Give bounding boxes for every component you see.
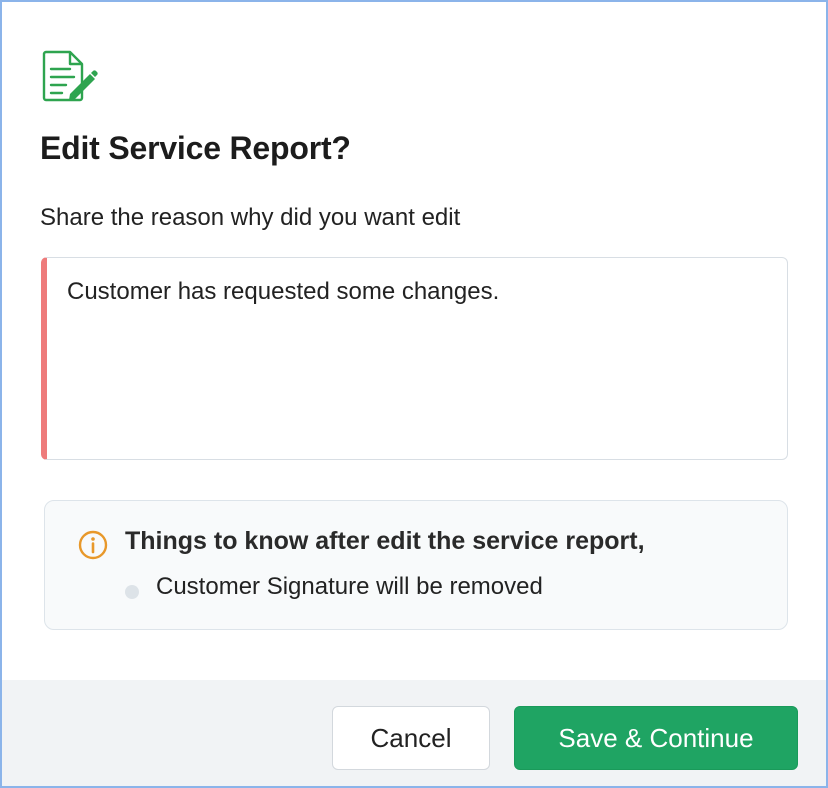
reason-textarea[interactable]: Customer has requested some changes. bbox=[41, 257, 788, 460]
dialog-title: Edit Service Report? bbox=[40, 130, 351, 166]
notice-heading: Things to know after edit the service re… bbox=[125, 527, 645, 555]
notice-item: Customer Signature will be removed bbox=[156, 573, 543, 600]
dialog-footer: Cancel Save & Continue bbox=[2, 680, 826, 786]
bullet-dot-icon bbox=[125, 585, 139, 599]
save-continue-button[interactable]: Save & Continue bbox=[514, 706, 798, 770]
edit-service-report-dialog: Edit Service Report? Share the reason wh… bbox=[0, 0, 828, 788]
cancel-button[interactable]: Cancel bbox=[332, 706, 490, 770]
reason-prompt-label: Share the reason why did you want edit bbox=[40, 204, 461, 231]
edit-document-icon bbox=[42, 50, 98, 102]
info-icon bbox=[78, 530, 108, 560]
edit-notice-box: Things to know after edit the service re… bbox=[44, 500, 788, 630]
